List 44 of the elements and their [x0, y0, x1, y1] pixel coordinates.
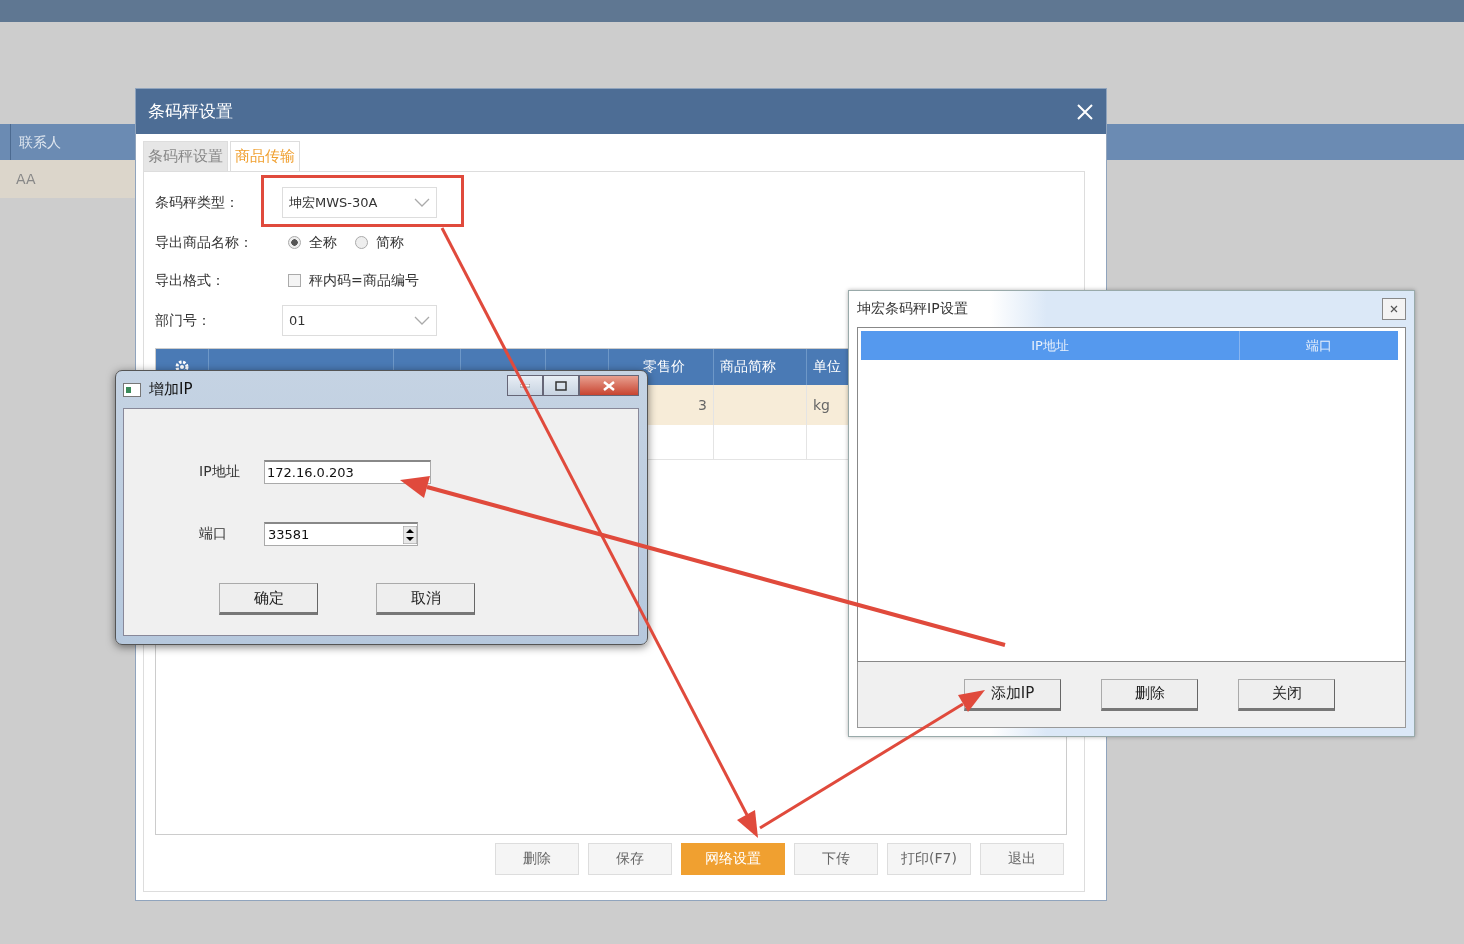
maximize-button[interactable] [543, 375, 579, 396]
close-button[interactable] [579, 375, 639, 396]
chevron-down-icon [414, 197, 430, 208]
radio-button[interactable] [355, 236, 368, 249]
column-header: IP地址 [861, 331, 1240, 360]
dialog-button[interactable]: 添加IP [964, 678, 1061, 711]
action-button[interactable]: 下传 [794, 843, 878, 875]
option-label: 秤内码=商品编号 [309, 271, 419, 290]
chevron-down-icon [414, 315, 430, 326]
field-label: 端口 [199, 525, 228, 543]
option-label: 简称 [376, 233, 404, 252]
field-label: 导出商品名称： [155, 233, 254, 252]
action-button[interactable]: 打印(F7) [887, 843, 971, 875]
window-title: 坤宏条码秤IP设置 [857, 300, 968, 318]
action-button[interactable]: 退出 [980, 843, 1064, 875]
dropdown-field[interactable]: 坤宏MWS-30A [282, 187, 437, 218]
maximize-icon [555, 380, 567, 391]
dialog-button[interactable]: 删除 [1101, 678, 1198, 711]
action-button[interactable]: 保存 [588, 843, 672, 875]
radio-button[interactable] [288, 236, 301, 249]
close-icon [603, 380, 615, 391]
close-button[interactable] [1382, 298, 1406, 320]
dropdown-field[interactable]: 01 [282, 305, 437, 336]
window-title: 增加IP [149, 380, 193, 399]
window-title: 条码秤设置 [148, 100, 233, 123]
table-cell: AA [16, 171, 36, 187]
spin-arrows-icon[interactable] [403, 525, 417, 544]
dialog-button[interactable]: 关闭 [1238, 678, 1335, 711]
field-label: 条码秤类型： [155, 193, 240, 212]
checkbox[interactable] [288, 274, 301, 287]
close-icon[interactable] [1076, 102, 1094, 121]
field-label: IP地址 [199, 463, 241, 481]
close-icon [1390, 305, 1398, 313]
minimize-icon [520, 383, 530, 388]
column-header: 端口 [1305, 336, 1333, 355]
dialog-button[interactable]: 确定 [219, 583, 318, 615]
window-icon [123, 382, 141, 397]
input-field[interactable]: 172.16.0.203 [264, 460, 431, 484]
spin-field[interactable]: 33581 [264, 522, 418, 546]
dialog-button[interactable]: 取消 [376, 583, 475, 615]
field-label: 部门号： [155, 311, 212, 330]
option-label: 全称 [309, 233, 337, 252]
action-button[interactable]: 删除 [495, 843, 579, 875]
field-label: 导出格式： [155, 271, 226, 290]
